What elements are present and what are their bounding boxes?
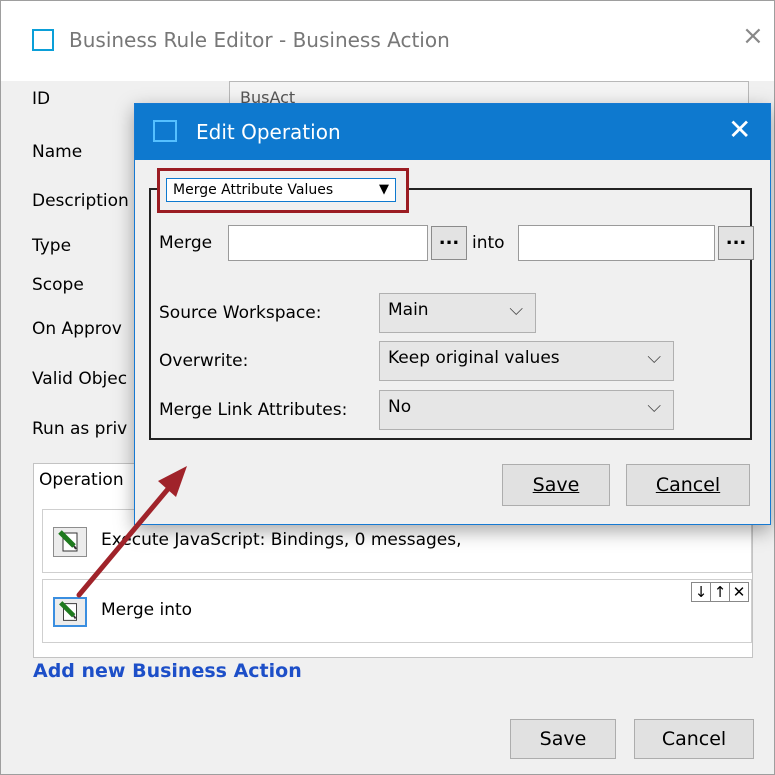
edit-operation-icon[interactable] — [53, 597, 87, 627]
operation-type-highlight: Merge Attribute Values ▼ — [157, 168, 409, 213]
run-as-label: Run as priv — [32, 419, 128, 439]
merge-target-browse-button[interactable]: ... — [718, 226, 754, 260]
dialog-close-icon[interactable]: ✕ — [728, 116, 751, 144]
source-workspace-select[interactable]: Main ⌵ — [379, 293, 536, 333]
operation-row[interactable]: Merge into ↓ ↑ ✕ — [42, 579, 752, 643]
window-title: Business Rule Editor - Business Action — [69, 28, 450, 52]
merge-source-browse-button[interactable]: ... — [431, 226, 467, 260]
operation-controls: ↓ ↑ ✕ — [691, 582, 749, 602]
overwrite-value: Keep original values — [388, 348, 560, 368]
dialog-cancel-button[interactable]: Cancel — [626, 464, 750, 506]
merge-label: Merge — [159, 233, 213, 253]
operation-type-select[interactable]: Merge Attribute Values ▼ — [166, 178, 396, 202]
merge-link-attributes-label: Merge Link Attributes: — [159, 400, 348, 420]
operations-header: Operation — [39, 470, 124, 490]
dialog-window-icon — [153, 120, 177, 142]
dialog-title: Edit Operation — [196, 120, 341, 144]
chevron-down-icon: ⌵ — [647, 396, 661, 417]
scope-label: Scope — [32, 275, 84, 295]
type-label: Type — [32, 236, 72, 256]
edit-operation-icon[interactable] — [53, 527, 87, 557]
chevron-down-icon: ⌵ — [509, 299, 523, 320]
window-close-icon[interactable]: × — [742, 23, 764, 49]
id-label: ID — [32, 89, 51, 109]
dialog-titlebar: Edit Operation ✕ — [135, 104, 770, 160]
merge-target-field[interactable] — [518, 225, 715, 261]
merge-source-field[interactable] — [228, 225, 428, 261]
move-down-icon[interactable]: ↓ — [691, 582, 711, 602]
add-business-action-link[interactable]: Add new Business Action — [33, 660, 302, 682]
overwrite-select[interactable]: Keep original values ⌵ — [379, 341, 674, 381]
operation-text: Execute JavaScript: Bindings, 0 messages… — [101, 530, 462, 550]
dialog-save-button[interactable]: Save — [502, 464, 610, 506]
merge-link-attributes-select[interactable]: No ⌵ — [379, 390, 674, 430]
source-workspace-label: Source Workspace: — [159, 303, 322, 323]
window-icon — [32, 29, 54, 51]
delete-icon[interactable]: ✕ — [729, 582, 749, 602]
operation-text: Merge into — [101, 600, 193, 620]
merge-link-attributes-value: No — [388, 397, 412, 417]
window-titlebar: Business Rule Editor - Business Action × — [1, 1, 774, 81]
dropdown-arrow-icon: ▼ — [379, 182, 389, 197]
source-workspace-value: Main — [388, 300, 429, 320]
description-label: Description — [32, 191, 129, 211]
operation-type-value: Merge Attribute Values — [173, 182, 334, 198]
on-approve-label: On Approv — [32, 319, 122, 339]
cancel-button[interactable]: Cancel — [634, 719, 754, 759]
edit-operation-dialog: Edit Operation ✕ Merge Attribute Values … — [134, 103, 771, 525]
move-up-icon[interactable]: ↑ — [710, 582, 730, 602]
chevron-down-icon: ⌵ — [647, 347, 661, 368]
save-button[interactable]: Save — [510, 719, 616, 759]
overwrite-label: Overwrite: — [159, 351, 249, 371]
into-label: into — [472, 233, 505, 253]
name-label: Name — [32, 142, 83, 162]
valid-objects-label: Valid Objec — [32, 369, 128, 389]
